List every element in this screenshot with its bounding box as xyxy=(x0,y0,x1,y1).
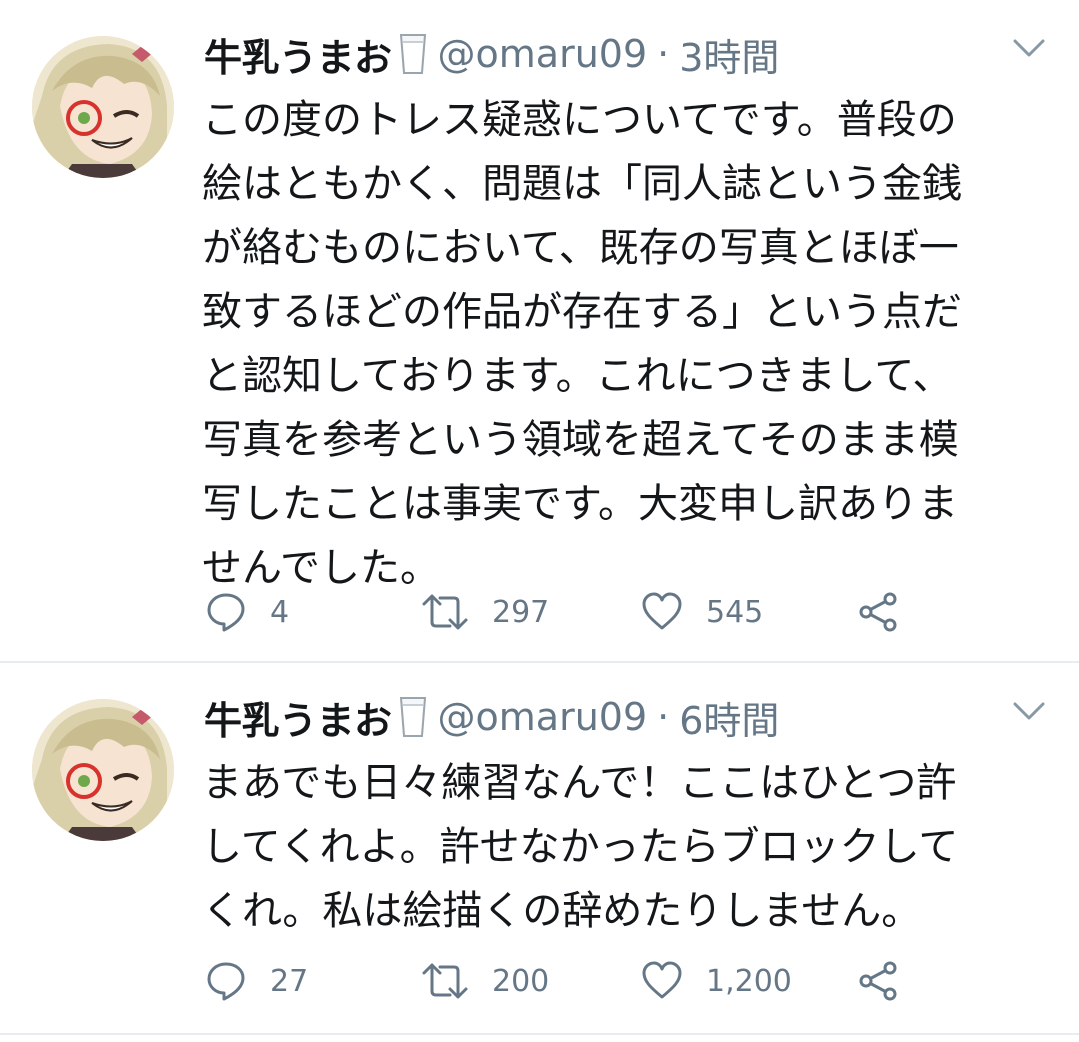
tweet-header: 牛乳うまお @omaru09 · 6時間 xyxy=(204,689,779,745)
tweet-text-line: が絡むものにおいて、既存の写真とほぼ一 xyxy=(202,225,959,271)
retweet-button[interactable]: 297 xyxy=(420,588,549,636)
tweet-text: この度のトレス疑惑についてです。普段の 絵はともかく、問題は「同人誌という金銭 … xyxy=(202,88,1048,600)
tweet-divider xyxy=(0,1033,1079,1035)
heart-icon xyxy=(642,961,682,999)
share-nodes-icon xyxy=(859,592,897,632)
reply-button[interactable]: 4 xyxy=(204,588,289,636)
avatar-illustration xyxy=(32,36,174,178)
tweet-text-line: 致するほどの作品が存在する」という点だ xyxy=(202,289,962,335)
chevron-down-icon[interactable] xyxy=(1010,34,1048,62)
share-button[interactable] xyxy=(856,588,900,636)
timestamp[interactable]: 3時間 xyxy=(679,27,779,82)
retweet-arrows-icon xyxy=(422,963,468,999)
tweet-text-line: と認知しております。これにつきまして、 xyxy=(202,353,953,399)
tweet-text-line: この度のトレス疑惑についてです。普段の xyxy=(202,97,957,143)
tweet-text-line: 写したことは事実です。大変申し訳ありま xyxy=(202,481,958,527)
retweet-count: 297 xyxy=(492,594,550,630)
chevron-down-icon[interactable] xyxy=(1010,697,1048,725)
user-handle[interactable]: @omaru09 xyxy=(438,695,648,739)
display-name[interactable]: 牛乳うまお xyxy=(204,690,392,745)
speech-bubble-icon xyxy=(207,593,245,632)
tweet-text-line: まあでも日々練習なんで！ここはひとつ許 xyxy=(202,760,957,806)
like-count: 1,200 xyxy=(706,963,792,999)
separator-dot: · xyxy=(657,695,670,739)
share-nodes-icon xyxy=(859,961,897,1001)
like-button[interactable]: 1,200 xyxy=(640,957,792,1005)
timestamp[interactable]: 6時間 xyxy=(679,690,779,745)
avatar[interactable] xyxy=(32,699,174,841)
reply-button[interactable]: 27 xyxy=(204,957,308,1005)
heart-icon xyxy=(642,592,682,630)
milk-glass-icon xyxy=(398,696,428,738)
separator-dot: · xyxy=(657,32,670,76)
tweet-text-line: 絵はともかく、問題は「同人誌という金銭 xyxy=(202,161,962,207)
tweet-text-line: 写真を参考という領域を超えてそのまま模 xyxy=(202,417,959,463)
timeline: 牛乳うまお @omaru09 · 3時間 この度のトレス疑惑についてです。普段の… xyxy=(0,0,1079,1042)
tweet-header: 牛乳うまお @omaru09 · 3時間 xyxy=(204,26,779,82)
avatar-illustration xyxy=(32,699,174,841)
tweet[interactable]: 牛乳うまお @omaru09 · 6時間 まあでも日々練習なんで！ここはひとつ許… xyxy=(0,663,1079,1033)
milk-glass-icon xyxy=(398,33,428,75)
retweet-arrows-icon xyxy=(422,594,468,630)
avatar[interactable] xyxy=(32,36,174,178)
tweet[interactable]: 牛乳うまお @omaru09 · 3時間 この度のトレス疑惑についてです。普段の… xyxy=(0,0,1079,662)
like-button[interactable]: 545 xyxy=(640,588,763,636)
speech-bubble-icon xyxy=(207,962,245,1001)
retweet-count: 200 xyxy=(492,963,550,999)
reply-count: 4 xyxy=(270,594,290,630)
like-count: 545 xyxy=(706,594,764,630)
tweet-actions: 27 200 1,200 xyxy=(202,957,922,1005)
tweet-text: まあでも日々練習なんで！ここはひとつ許 してくれよ。許せなかったらブロックして … xyxy=(202,751,1048,943)
tweet-text-line: してくれよ。許せなかったらブロックして xyxy=(202,824,959,870)
tweet-text-line: くれ。私は絵描くの辞めたりしません。 xyxy=(202,888,922,934)
share-button[interactable] xyxy=(856,957,900,1005)
retweet-button[interactable]: 200 xyxy=(420,957,549,1005)
user-handle[interactable]: @omaru09 xyxy=(438,32,648,76)
reply-count: 27 xyxy=(270,963,309,999)
tweet-actions: 4 297 545 xyxy=(202,588,922,636)
display-name[interactable]: 牛乳うまお xyxy=(204,27,392,82)
